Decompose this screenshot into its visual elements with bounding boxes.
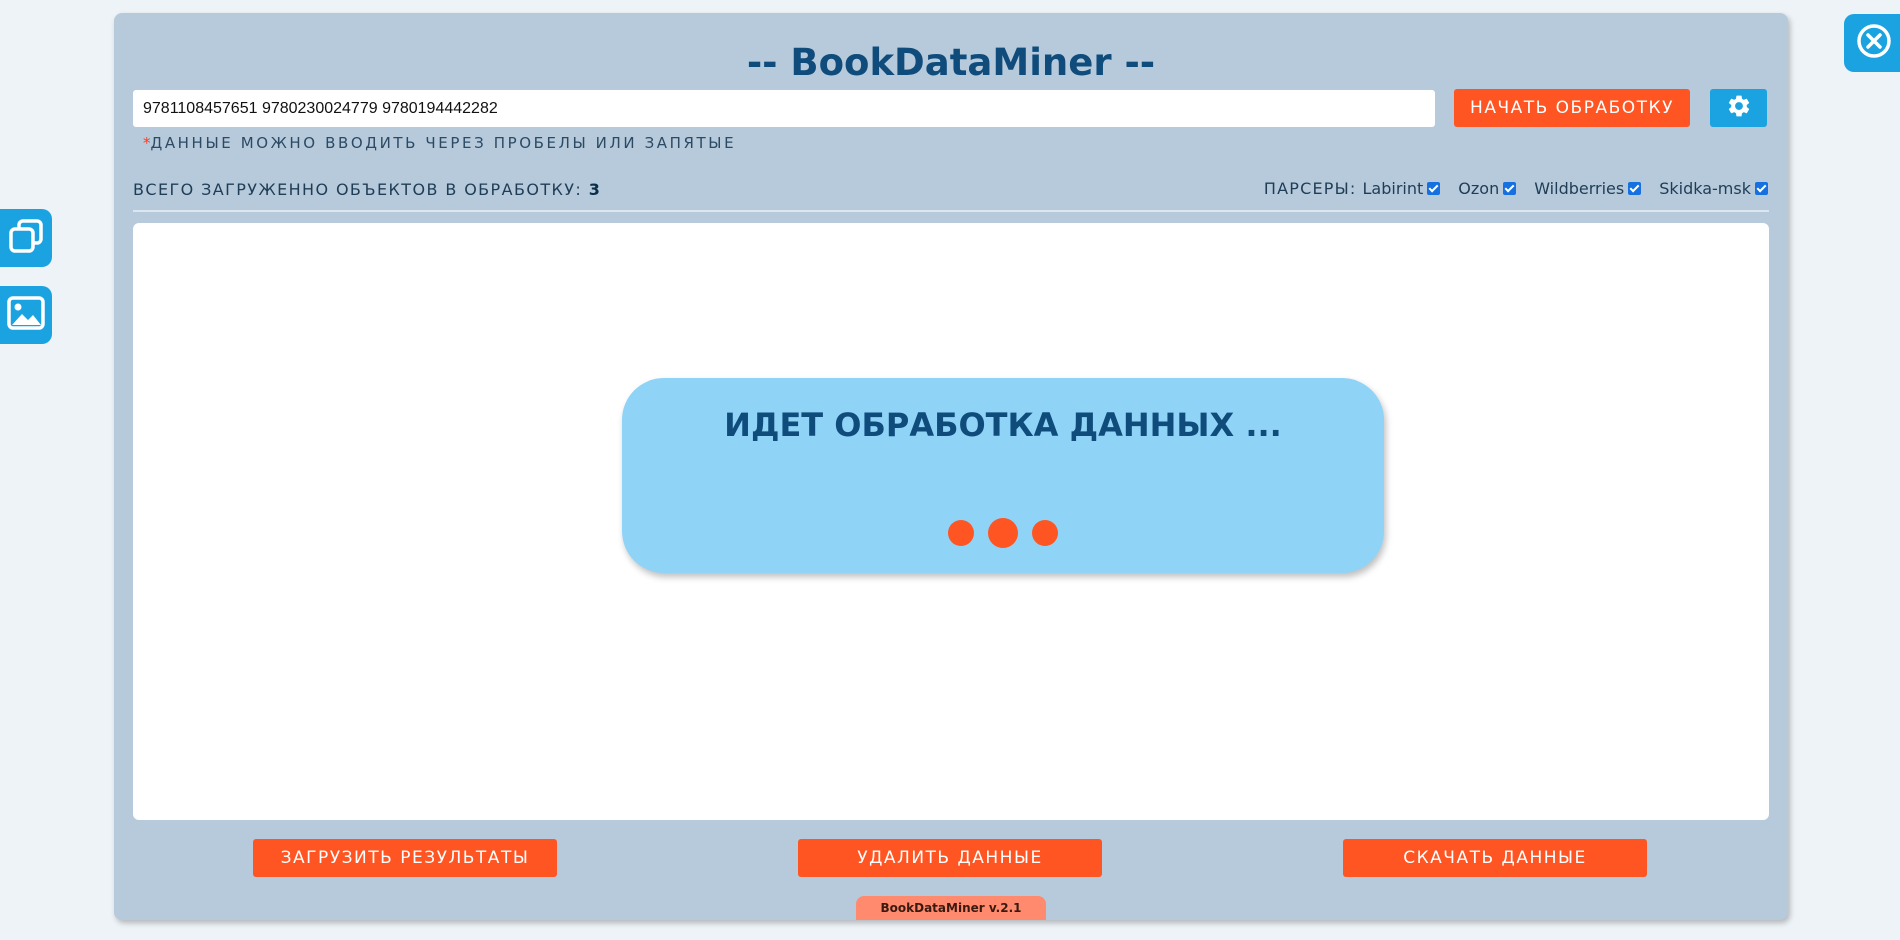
version-badge: BookDataMiner v.2.1 <box>856 896 1046 920</box>
loader-text: ИДЕТ ОБРАБОТКА ДАННЫХ ... <box>724 406 1282 444</box>
input-hint: *ДАННЫЕ МОЖНО ВВОДИТЬ ЧЕРЕЗ ПРОБЕЛЫ ИЛИ … <box>143 134 736 152</box>
parser-labirint: Labirint <box>1363 179 1441 198</box>
parser-name: Labirint <box>1362 179 1424 198</box>
image-icon <box>7 296 45 334</box>
hint-marker: * <box>143 134 151 152</box>
loader-dot <box>948 520 974 546</box>
total-objects: ВСЕГО ЗАГРУЖЕННО ОБЪЕКТОВ В ОБРАБОТКУ: 3 <box>133 180 600 199</box>
settings-button[interactable] <box>1710 89 1767 127</box>
hint-text: ДАННЫЕ МОЖНО ВВОДИТЬ ЧЕРЕЗ ПРОБЕЛЫ ИЛИ З… <box>150 134 737 152</box>
close-button[interactable] <box>1844 14 1900 72</box>
parsers-label: ПАРСЕРЫ: <box>1263 179 1357 198</box>
parser-skidka-msk: Skidka-msk <box>1659 179 1768 198</box>
upload-results-button[interactable]: ЗАГРУЗИТЬ РЕЗУЛЬТАТЫ <box>253 839 557 877</box>
parser-labirint-checkbox[interactable] <box>1427 182 1441 195</box>
parser-name: Wildberries <box>1534 179 1625 198</box>
parser-ozon: Ozon <box>1458 179 1517 198</box>
isbn-input[interactable] <box>133 90 1435 127</box>
window-stack-button[interactable] <box>0 209 52 267</box>
parser-name: Ozon <box>1458 179 1500 198</box>
parser-wildberries-checkbox[interactable] <box>1628 182 1642 195</box>
image-button[interactable] <box>0 286 52 344</box>
divider <box>133 210 1769 212</box>
total-label: ВСЕГО ЗАГРУЖЕННО ОБЪЕКТОВ В ОБРАБОТКУ: <box>133 180 583 199</box>
gear-icon <box>1726 93 1752 123</box>
parser-ozon-checkbox[interactable] <box>1503 182 1517 195</box>
download-data-button[interactable]: СКАЧАТЬ ДАННЫЕ <box>1343 839 1647 877</box>
loader-dot <box>988 518 1018 548</box>
app-title: -- BookDataMiner -- <box>746 41 1156 84</box>
parsers-group: ПАРСЕРЫ: Labirint Ozon Wildberries Skidk… <box>1264 179 1768 198</box>
start-processing-button[interactable]: НАЧАТЬ ОБРАБОТКУ <box>1454 89 1690 127</box>
loader-dots <box>622 518 1384 548</box>
loader-dot <box>1032 520 1058 546</box>
main-panel: -- BookDataMiner -- НАЧАТЬ ОБРАБОТКУ *ДА… <box>114 13 1788 920</box>
results-area: ИДЕТ ОБРАБОТКА ДАННЫХ ... <box>133 223 1769 820</box>
parser-name: Skidka-msk <box>1659 179 1751 198</box>
parser-skidka-msk-checkbox[interactable] <box>1755 182 1768 195</box>
delete-data-button[interactable]: УДАЛИТЬ ДАННЫЕ <box>798 839 1102 877</box>
total-count: 3 <box>588 180 600 199</box>
window-stack-icon <box>7 217 45 259</box>
close-icon <box>1855 22 1893 64</box>
parser-wildberries: Wildberries <box>1534 179 1642 198</box>
processing-loader: ИДЕТ ОБРАБОТКА ДАННЫХ ... <box>622 378 1384 573</box>
